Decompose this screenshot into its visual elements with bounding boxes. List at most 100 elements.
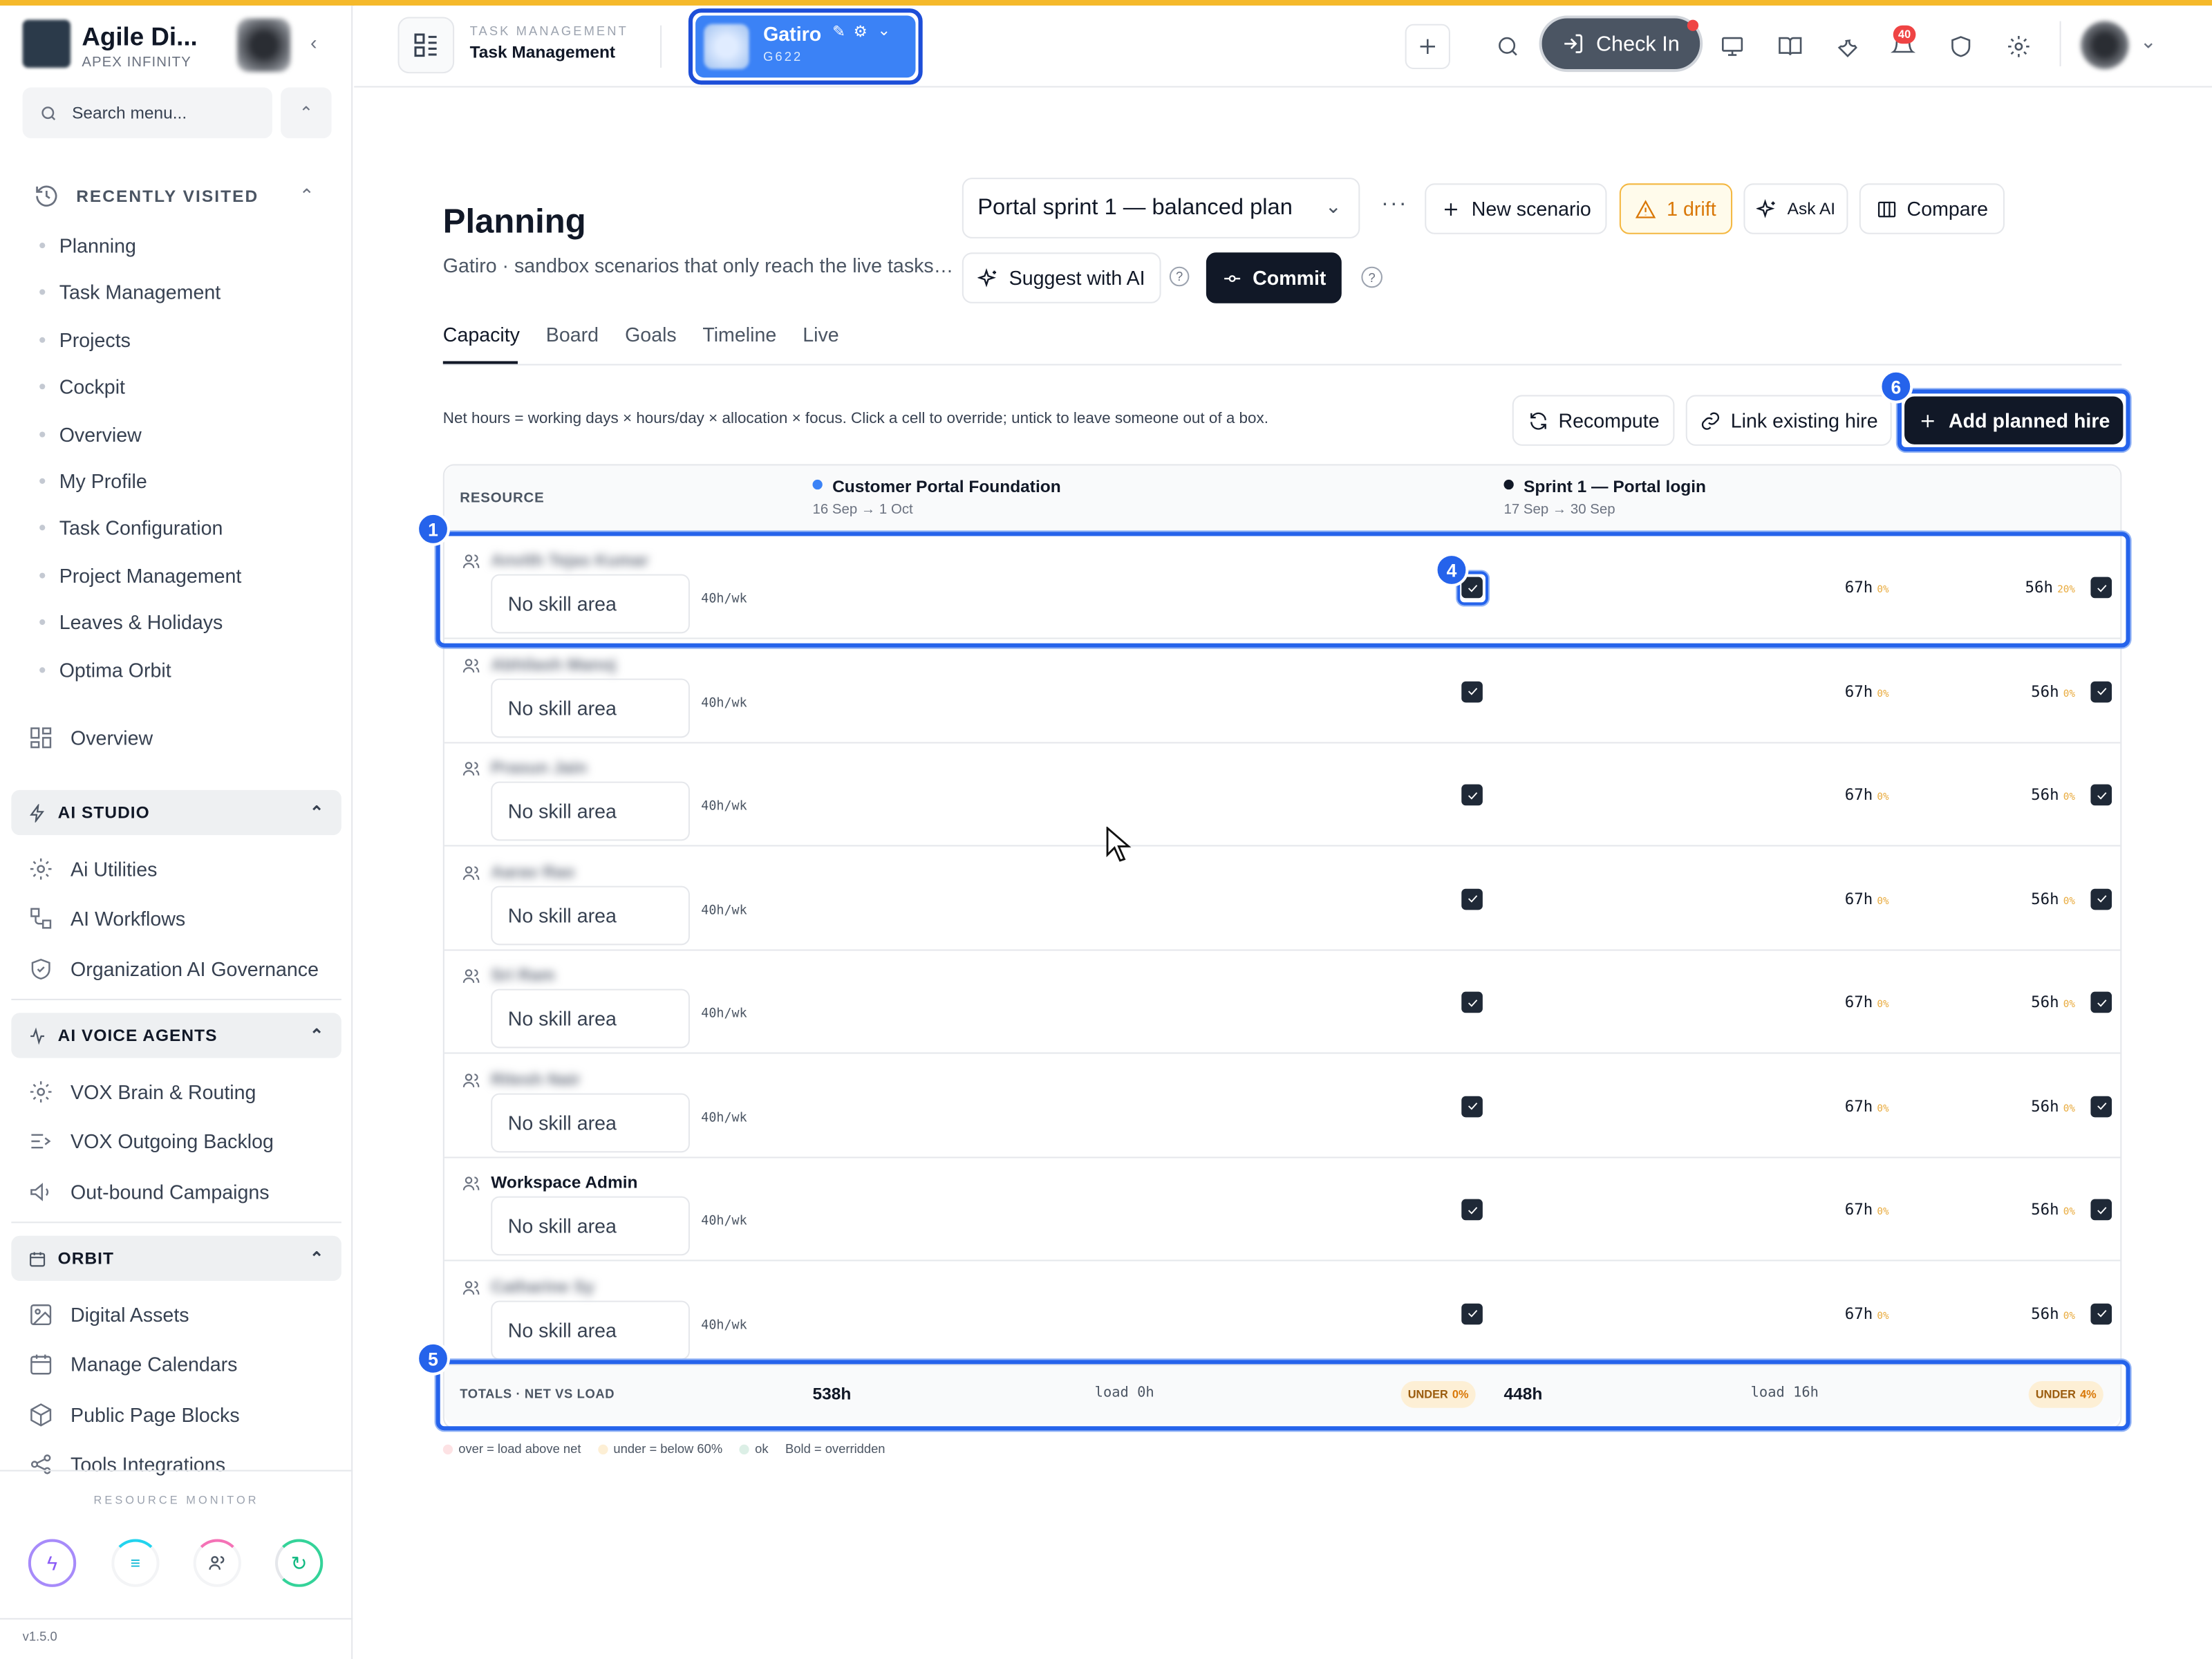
sidebar-item-my-profile[interactable]: My Profile [39, 470, 147, 492]
recently-visited-header[interactable]: RECENTLY VISITED [34, 183, 259, 209]
users-monitor-icon[interactable] [193, 1539, 241, 1587]
collapse-all-icon[interactable]: ⌃ [281, 87, 332, 138]
chevron-up-icon[interactable]: ⌃ [299, 185, 315, 207]
sidebar-item-project-management[interactable]: Project Management [39, 564, 241, 587]
capacity-cell[interactable]: 56h 0% [2031, 1304, 2075, 1323]
tab-live[interactable]: Live [803, 323, 838, 346]
include-checkbox[interactable] [2090, 1199, 2112, 1221]
check-in-button[interactable]: Check In [1539, 15, 1703, 73]
tab-goals[interactable]: Goals [625, 323, 677, 346]
org-avatar[interactable] [236, 18, 291, 73]
sidebar-item-tools-integrations[interactable]: Tools Integrations [28, 1452, 225, 1477]
chevron-down-icon[interactable]: ⌄ [877, 21, 890, 39]
cpu-monitor-icon[interactable]: ϟ [28, 1539, 77, 1587]
scenario-select[interactable]: Portal sprint 1 — balanced plan ⌄ [962, 178, 1360, 238]
help-icon[interactable]: ? [1169, 266, 1190, 287]
include-checkbox[interactable] [1461, 1302, 1483, 1324]
shield-icon[interactable] [1938, 24, 1983, 69]
include-checkbox[interactable] [1461, 784, 1483, 806]
sync-monitor-icon[interactable]: ↻ [274, 1539, 324, 1587]
monitor-icon[interactable] [1709, 24, 1754, 69]
sidebar-item-vox-outgoing-backlog[interactable]: VOX Outgoing Backlog [28, 1129, 274, 1154]
sidebar-item-organization-ai-governance[interactable]: Organization AI Governance [28, 956, 319, 982]
ask-ai-button[interactable]: Ask AI [1743, 183, 1848, 234]
section-ai-studio[interactable]: AI STUDIO ⌃ [11, 789, 341, 836]
skill-area-select[interactable]: No skill area [491, 1300, 690, 1360]
skill-area-select[interactable]: No skill area [491, 677, 690, 738]
bell-icon[interactable]: 40 [1880, 24, 1925, 69]
capacity-cell[interactable]: 56h 0% [2031, 1201, 2075, 1219]
drift-button[interactable]: 1 drift [1619, 183, 1733, 234]
chevron-down-icon[interactable]: ⌄ [2140, 30, 2157, 54]
capacity-cell[interactable]: 67h 0% [1845, 993, 1889, 1012]
include-checkbox[interactable] [1461, 1199, 1483, 1221]
user-avatar[interactable] [2081, 21, 2129, 69]
section-ai-voice-agents[interactable]: AI VOICE AGENTS ⌃ [11, 1013, 341, 1058]
sidebar-item-overview[interactable]: Overview [39, 422, 142, 445]
capacity-cell[interactable]: 56h 0% [2031, 786, 2075, 805]
capacity-cell[interactable]: 56h 0% [2031, 1097, 2075, 1116]
skill-area-select[interactable]: No skill area [491, 1196, 690, 1256]
skill-area-select[interactable]: No skill area [491, 1092, 690, 1152]
tab-timeline[interactable]: Timeline [702, 323, 776, 346]
capacity-cell[interactable]: 67h 0% [1845, 890, 1889, 908]
skill-area-select[interactable]: No skill area [491, 885, 690, 945]
skill-area-select[interactable]: No skill area [491, 988, 690, 1049]
sidebar-item-leaves-holidays[interactable]: Leaves & Holidays [39, 611, 223, 634]
capacity-cell[interactable]: 56h 0% [2031, 682, 2075, 701]
database-monitor-icon[interactable]: ≡ [111, 1539, 160, 1587]
add-hire-button[interactable]: Add planned hire [1904, 396, 2124, 444]
workspace-switcher[interactable]: Gatiro G622 ✎ ⚙ ⌄ [688, 8, 923, 85]
include-checkbox[interactable] [2090, 784, 2112, 806]
capacity-cell[interactable]: 56h 0% [2031, 890, 2075, 908]
skill-area-select[interactable]: No skill area [491, 781, 690, 841]
include-checkbox[interactable] [2090, 991, 2112, 1013]
sidebar-item-digital-assets[interactable]: Digital Assets [28, 1302, 189, 1328]
sidebar-item-ai-workflows[interactable]: AI Workflows [28, 906, 185, 932]
collapse-sidebar-icon[interactable]: ‹ [310, 31, 317, 54]
include-checkbox[interactable] [1461, 991, 1483, 1013]
sidebar-item-projects[interactable]: Projects [39, 328, 131, 351]
sidebar-item-cockpit[interactable]: Cockpit [39, 375, 125, 398]
include-checkbox[interactable] [2090, 888, 2112, 910]
sidebar-item-out-bound-campaigns[interactable]: Out-bound Campaigns [28, 1179, 270, 1204]
section-orbit[interactable]: ORBIT ⌃ [11, 1235, 341, 1282]
gear-icon[interactable]: ⚙ [854, 23, 868, 41]
include-checkbox[interactable] [2090, 1302, 2112, 1324]
search-menu[interactable]: Search menu... [22, 87, 272, 138]
capacity-cell[interactable]: 67h 0% [1845, 682, 1889, 701]
wrench-icon[interactable] [1824, 24, 1869, 69]
suggest-ai-button[interactable]: Suggest with AI [962, 252, 1161, 303]
tab-capacity[interactable]: Capacity [443, 323, 520, 346]
capacity-cell[interactable]: 67h 0% [1845, 1097, 1889, 1116]
sidebar-item-optima-orbit[interactable]: Optima Orbit [39, 658, 171, 681]
sidebar-item-public-page-blocks[interactable]: Public Page Blocks [28, 1402, 240, 1427]
settings-icon[interactable] [1996, 24, 2041, 69]
book-icon[interactable] [1768, 24, 1812, 69]
capacity-cell[interactable]: 67h 0% [1845, 786, 1889, 805]
include-checkbox[interactable] [1461, 680, 1483, 702]
include-checkbox[interactable] [2090, 680, 2112, 702]
recompute-button[interactable]: Recompute [1512, 395, 1675, 446]
help-icon[interactable]: ? [1361, 266, 1382, 288]
add-icon[interactable] [1405, 24, 1450, 69]
commit-button[interactable]: Commit [1206, 252, 1342, 303]
module-icon[interactable] [397, 17, 455, 74]
sidebar-item-vox-brain-routing[interactable]: VOX Brain & Routing [28, 1079, 256, 1105]
sidebar-item-task-management[interactable]: Task Management [39, 281, 221, 304]
new-scenario-button[interactable]: New scenario [1425, 183, 1607, 234]
include-checkbox[interactable] [1461, 888, 1483, 910]
search-input[interactable]: Search menu... [72, 103, 187, 123]
link-hire-button[interactable]: Link existing hire [1685, 395, 1892, 446]
capacity-cell[interactable]: 67h 0% [1845, 1304, 1889, 1323]
sidebar-item-overview[interactable]: Overview [28, 725, 153, 751]
include-checkbox[interactable] [2090, 1095, 2112, 1117]
capacity-cell[interactable]: 67h 0% [1845, 1201, 1889, 1219]
include-checkbox[interactable] [1461, 1095, 1483, 1117]
sidebar-item-planning[interactable]: Planning [39, 234, 136, 256]
more-options-icon[interactable]: ··· [1381, 192, 1408, 218]
sidebar-item-task-configuration[interactable]: Task Configuration [39, 517, 223, 539]
sidebar-item-ai-utilities[interactable]: Ai Utilities [28, 856, 157, 882]
sidebar-item-manage-calendars[interactable]: Manage Calendars [28, 1352, 237, 1378]
search-icon[interactable] [1485, 24, 1530, 69]
